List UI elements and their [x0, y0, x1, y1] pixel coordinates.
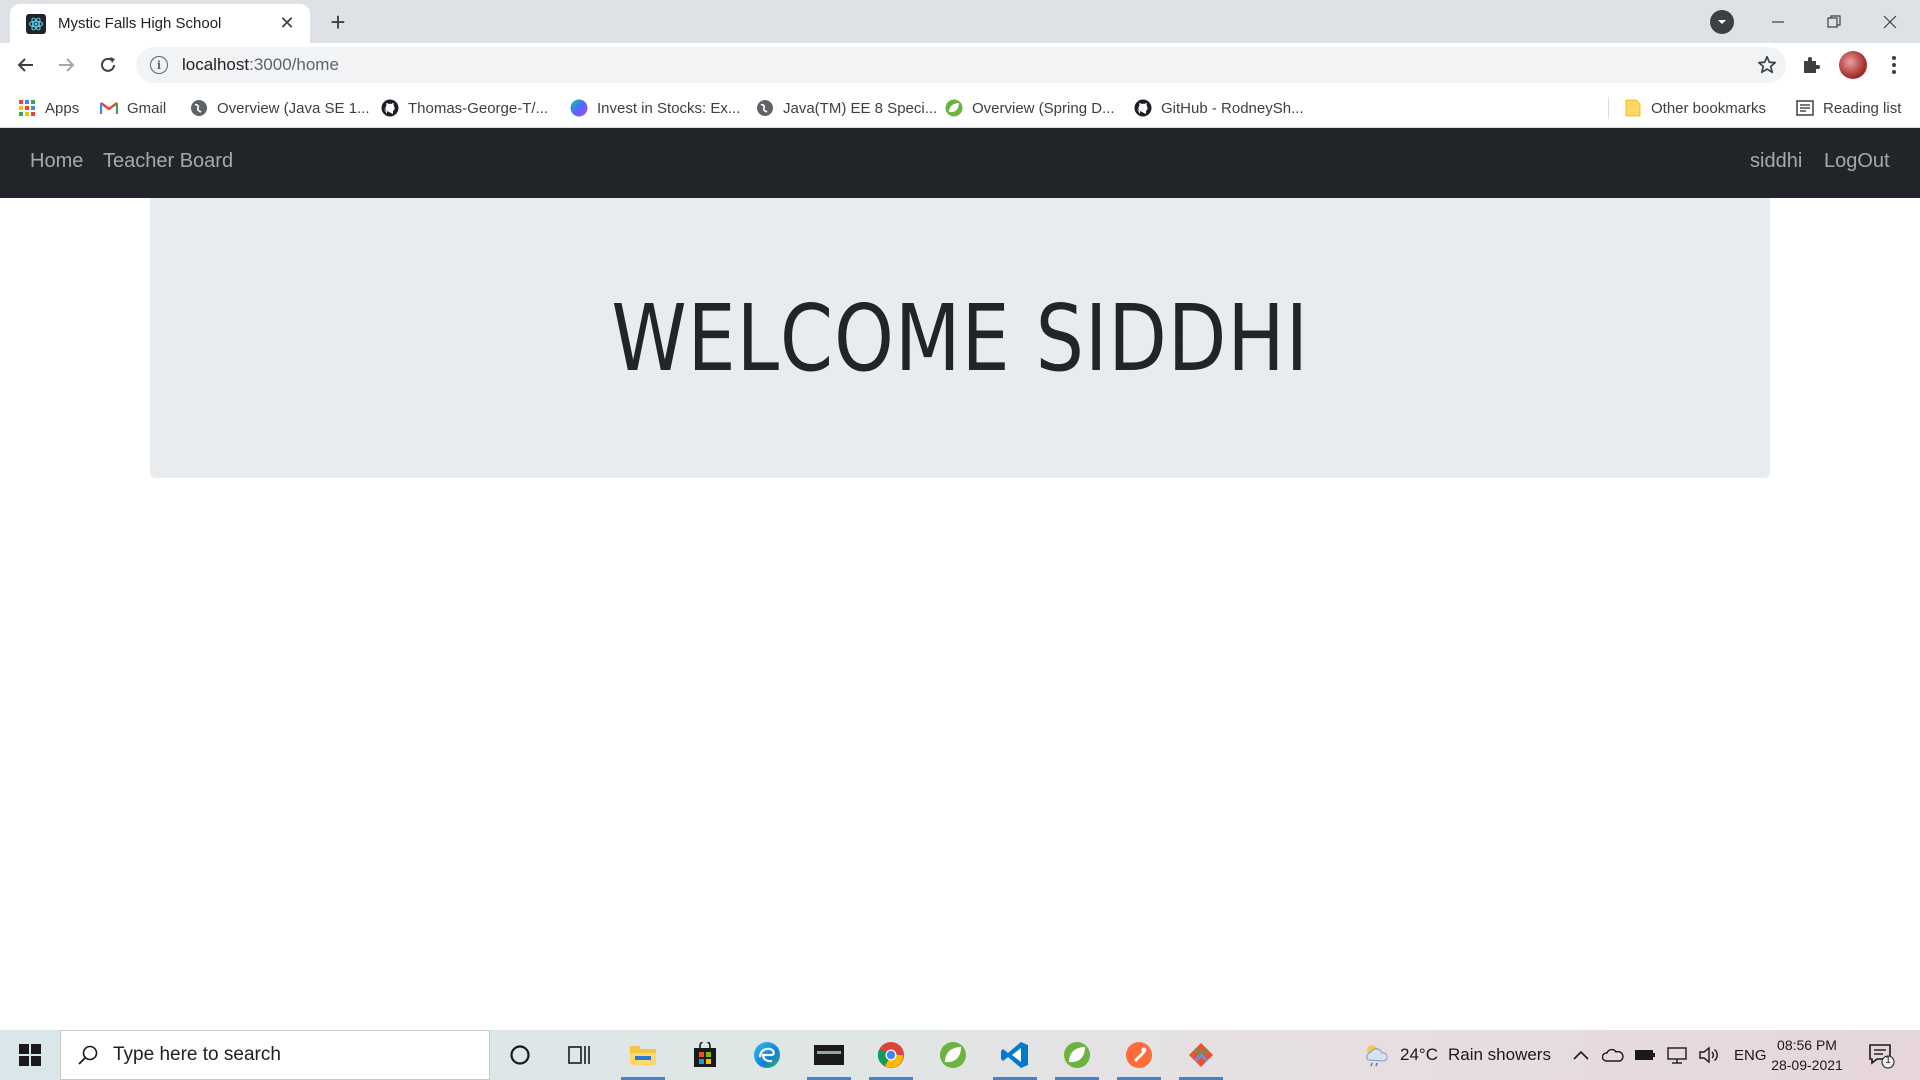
task-view-icon[interactable]	[555, 1035, 605, 1075]
invest-icon	[570, 99, 588, 117]
bookmark-label: Other bookmarks	[1651, 99, 1767, 117]
file-explorer-icon[interactable]	[618, 1035, 668, 1080]
spring-tools-icon[interactable]	[928, 1035, 978, 1075]
tab-strip: Mystic Falls High School ✕ +	[0, 0, 1920, 43]
back-icon[interactable]	[10, 49, 42, 81]
windows-start-icon[interactable]	[0, 1030, 60, 1080]
url-text: localhost:3000/home	[182, 55, 339, 74]
screen: Mystic Falls High School ✕ + i localhost…	[0, 0, 1920, 1080]
bookmark-java-ee[interactable]: Java(TM) EE 8 Speci...	[756, 95, 937, 121]
git-gui-icon[interactable]	[1176, 1035, 1226, 1080]
close-icon[interactable]: ✕	[276, 13, 298, 35]
bookmark-label: Apps	[45, 99, 80, 117]
address-bar[interactable]: i localhost:3000/home	[136, 47, 1786, 83]
tab-title: Mystic Falls High School	[58, 15, 222, 32]
menu-kebab-icon[interactable]	[1882, 53, 1906, 77]
bookmark-label: Java(TM) EE 8 Speci...	[783, 99, 938, 117]
tab-search-icon[interactable]	[1710, 10, 1734, 34]
onedrive-icon[interactable]	[1602, 1048, 1624, 1062]
reload-icon[interactable]	[92, 49, 124, 81]
notification-center-icon[interactable]: 1	[1866, 1040, 1896, 1070]
github-icon	[1134, 99, 1152, 117]
forward-icon[interactable]	[50, 49, 82, 81]
cortana-icon[interactable]	[495, 1035, 545, 1075]
bookmark-github-rodney[interactable]: GitHub - RodneySh...	[1134, 95, 1304, 121]
globe-icon	[756, 99, 774, 117]
restore-icon[interactable]	[1806, 0, 1862, 43]
nav-link-logout[interactable]: LogOut	[1824, 150, 1890, 173]
chevron-up-icon[interactable]	[1572, 1048, 1590, 1062]
window-close-icon[interactable]	[1862, 0, 1918, 43]
search-placeholder: Type here to search	[113, 1044, 281, 1065]
bookmark-label: Gmail	[127, 99, 167, 117]
new-tab-button[interactable]: +	[324, 7, 352, 37]
bookmark-java-se[interactable]: Overview (Java SE 1...	[190, 95, 370, 121]
bookmark-label: Overview (Java SE 1...	[217, 99, 370, 117]
github-icon	[381, 99, 399, 117]
bookmark-label: Thomas-George-T/...	[408, 99, 549, 117]
react-icon	[26, 13, 46, 34]
bookmark-label: Overview (Spring D...	[972, 99, 1115, 117]
system-clock[interactable]: 08:56 PM 28-09-2021	[1760, 1035, 1854, 1075]
chrome-icon[interactable]	[866, 1035, 916, 1080]
reading-list-icon	[1796, 99, 1814, 117]
reading-list[interactable]: Reading list	[1796, 95, 1901, 121]
weather-temp: 24°C	[1400, 1045, 1438, 1064]
rain-cloud-icon	[1366, 1045, 1388, 1067]
minimize-icon[interactable]	[1750, 0, 1806, 43]
nav-link-home[interactable]: Home	[30, 150, 83, 173]
extensions-puzzle-icon[interactable]	[1800, 53, 1824, 77]
welcome-heading: WELCOME SIDDHI	[611, 284, 1309, 392]
other-bookmarks[interactable]: Other bookmarks	[1624, 95, 1766, 121]
edge-icon[interactable]	[742, 1035, 792, 1075]
store-icon[interactable]	[680, 1035, 730, 1075]
globe-icon	[190, 99, 208, 117]
bookmark-apps[interactable]: Apps	[18, 95, 79, 121]
bookmark-star-icon[interactable]	[1756, 54, 1778, 76]
nav-link-user[interactable]: siddhi	[1750, 150, 1802, 173]
bookmark-thomas-george[interactable]: Thomas-George-T/...	[381, 95, 548, 121]
info-icon[interactable]: i	[150, 56, 168, 74]
weather-text: Rain showers	[1447, 1045, 1551, 1064]
weather-widget[interactable]: 24°C Rain showers	[1362, 1030, 1551, 1080]
search-icon	[78, 1045, 98, 1065]
bookmark-gmail[interactable]: Gmail	[100, 95, 166, 121]
bookmarks-bar: Apps Gmail Overview (Java SE 1... Thomas…	[0, 87, 1920, 128]
bookmarks-divider	[1608, 97, 1609, 119]
postman-icon[interactable]	[1114, 1035, 1164, 1080]
clock-time: 08:56 PM	[1777, 1037, 1837, 1053]
spring-tools-icon-2[interactable]	[1052, 1035, 1102, 1080]
app-navbar: Home Teacher Board siddhi LogOut	[0, 128, 1920, 198]
browser-toolbar: i localhost:3000/home	[0, 43, 1920, 87]
nav-link-teacher-board[interactable]: Teacher Board	[103, 150, 233, 173]
gmail-icon	[100, 99, 118, 117]
mysql-shell-icon[interactable]	[804, 1035, 854, 1080]
welcome-jumbotron: WELCOME SIDDHI	[150, 198, 1770, 478]
tray-icons: ENG	[1572, 1030, 1767, 1080]
apps-grid-icon	[18, 99, 36, 117]
volume-icon[interactable]	[1698, 1046, 1720, 1064]
vscode-icon[interactable]	[990, 1035, 1040, 1080]
notification-count: 1	[1885, 1055, 1891, 1066]
windows-taskbar: Type here to search 24°C Rain showers EN…	[0, 1030, 1920, 1080]
spring-icon	[945, 99, 963, 117]
folder-icon	[1624, 99, 1642, 117]
bookmark-label: GitHub - RodneySh...	[1161, 99, 1304, 117]
taskbar-search-input[interactable]: Type here to search	[60, 1030, 490, 1080]
bookmark-label: Reading list	[1823, 99, 1902, 117]
browser-tab[interactable]: Mystic Falls High School ✕	[10, 4, 310, 43]
bookmark-label: Invest in Stocks: Ex...	[597, 99, 741, 117]
network-icon[interactable]	[1666, 1046, 1688, 1064]
clock-date: 28-09-2021	[1771, 1057, 1843, 1073]
profile-avatar[interactable]	[1839, 51, 1867, 79]
battery-icon[interactable]	[1634, 1048, 1656, 1062]
bookmark-invest[interactable]: Invest in Stocks: Ex...	[570, 95, 740, 121]
bookmark-spring[interactable]: Overview (Spring D...	[945, 95, 1115, 121]
